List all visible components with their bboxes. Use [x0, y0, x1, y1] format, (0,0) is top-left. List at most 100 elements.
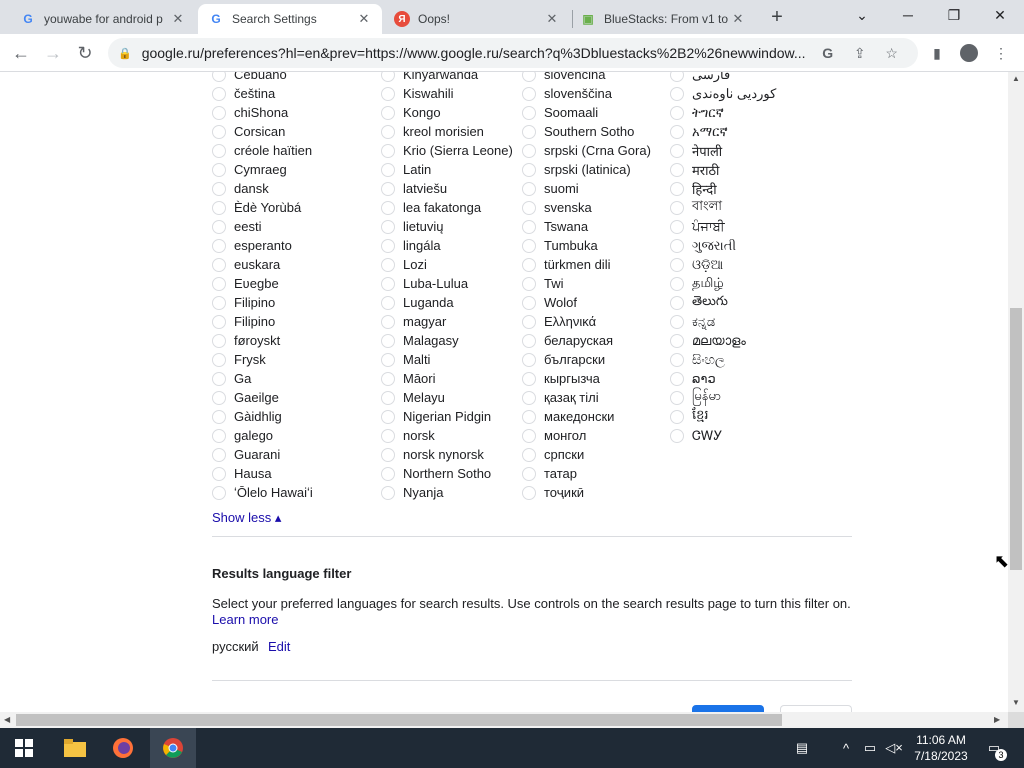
language-option[interactable]: esperanto [212, 236, 313, 255]
network-icon[interactable]: ▭ [860, 728, 880, 768]
radio-button[interactable] [212, 352, 226, 367]
radio-button[interactable] [670, 105, 684, 120]
tab-close-icon[interactable]: ✕ [730, 11, 746, 27]
radio-button[interactable] [670, 333, 684, 348]
language-option[interactable]: বাংলা [670, 198, 776, 217]
language-option[interactable]: Hausa [212, 464, 313, 483]
tab-youwabe[interactable]: G youwabe for android p ✕ [10, 4, 196, 34]
language-option[interactable]: ລາວ [670, 369, 776, 388]
radio-button[interactable] [522, 276, 536, 291]
language-option[interactable]: Māori [381, 369, 513, 388]
radio-button[interactable] [522, 466, 536, 481]
radio-button[interactable] [381, 86, 395, 101]
language-option[interactable]: தமிழ் [670, 274, 776, 293]
language-option[interactable]: Malti [381, 350, 513, 369]
learn-more-link[interactable]: Learn more [212, 612, 278, 627]
language-option[interactable]: සිංහල [670, 350, 776, 369]
menu-kebab-icon[interactable]: ⋮ [988, 40, 1014, 66]
radio-button[interactable] [670, 86, 684, 101]
radio-button[interactable] [381, 485, 395, 500]
radio-button[interactable] [522, 72, 536, 82]
radio-button[interactable] [522, 105, 536, 120]
firefox-icon[interactable] [100, 728, 146, 768]
radio-button[interactable] [381, 466, 395, 481]
scroll-left-arrow-icon[interactable]: ◀ [4, 715, 10, 724]
language-option[interactable]: Lozi [381, 255, 513, 274]
radio-button[interactable] [381, 257, 395, 272]
radio-button[interactable] [670, 181, 684, 196]
taskbar-clock[interactable]: 11:06 AM 7/18/2023 [908, 732, 974, 764]
tab-close-icon[interactable]: ✕ [356, 11, 372, 27]
tab-close-icon[interactable]: ✕ [170, 11, 186, 27]
radio-button[interactable] [212, 314, 226, 329]
language-option[interactable]: татар [522, 464, 651, 483]
radio-button[interactable] [522, 162, 536, 177]
language-option[interactable]: Filipino [212, 293, 313, 312]
radio-button[interactable] [522, 238, 536, 253]
language-option[interactable]: Cymraeg [212, 160, 313, 179]
language-option[interactable]: తెలుగు [670, 293, 776, 312]
radio-button[interactable] [212, 162, 226, 177]
language-option[interactable]: ਪੰਜਾਬੀ [670, 217, 776, 236]
language-option[interactable]: қазақ тілі [522, 388, 651, 407]
radio-button[interactable] [381, 181, 395, 196]
language-option[interactable]: ʻŌlelo Hawaiʻi [212, 483, 313, 502]
radio-button[interactable] [522, 124, 536, 139]
radio-button[interactable] [670, 409, 684, 424]
language-option[interactable]: eesti [212, 217, 313, 236]
tab-search-chevron-icon[interactable]: ⌄ [840, 4, 884, 26]
radio-button[interactable] [212, 428, 226, 443]
language-option[interactable]: Corsican [212, 122, 313, 141]
radio-button[interactable] [212, 72, 226, 82]
language-option[interactable]: lietuvių [381, 217, 513, 236]
radio-button[interactable] [670, 124, 684, 139]
radio-button[interactable] [522, 333, 536, 348]
language-option[interactable]: नेपाली [670, 141, 776, 160]
radio-button[interactable] [670, 371, 684, 386]
radio-button[interactable] [522, 219, 536, 234]
radio-button[interactable] [212, 295, 226, 310]
language-option[interactable]: ትግርኛ [670, 103, 776, 122]
scroll-up-arrow-icon[interactable]: ▲ [1012, 74, 1020, 83]
radio-button[interactable] [381, 333, 395, 348]
radio-button[interactable] [212, 447, 226, 462]
chrome-icon[interactable] [150, 728, 196, 768]
language-option[interactable]: føroyskt [212, 331, 313, 350]
language-option[interactable]: norsk nynorsk [381, 445, 513, 464]
language-option[interactable]: मराठी [670, 160, 776, 179]
radio-button[interactable] [381, 447, 395, 462]
language-option[interactable]: Luba-Lulua [381, 274, 513, 293]
vertical-scrollbar[interactable]: ▲ ▼ [1008, 72, 1024, 712]
language-option[interactable]: Frysk [212, 350, 313, 369]
radio-button[interactable] [381, 314, 395, 329]
radio-button[interactable] [381, 143, 395, 158]
profile-avatar-icon[interactable] [956, 40, 982, 66]
new-tab-plus-icon[interactable]: + [766, 6, 788, 28]
tab-search-settings[interactable]: G Search Settings ✕ [198, 4, 382, 34]
radio-button[interactable] [522, 314, 536, 329]
language-option[interactable]: ᏣᎳᎩ [670, 426, 776, 445]
language-option[interactable]: Krio (Sierra Leone) [381, 141, 513, 160]
language-option[interactable]: Nigerian Pidgin [381, 407, 513, 426]
scroll-down-arrow-icon[interactable]: ▼ [1012, 698, 1020, 707]
language-option[interactable]: српски [522, 445, 651, 464]
language-option[interactable]: Kongo [381, 103, 513, 122]
language-option[interactable]: slovenčina [522, 72, 651, 84]
language-option[interactable]: македонски [522, 407, 651, 426]
radio-button[interactable] [212, 238, 226, 253]
language-option[interactable]: čeština [212, 84, 313, 103]
language-option[interactable]: ಕನ್ನಡ [670, 312, 776, 331]
forward-icon[interactable]: → [40, 40, 66, 66]
radio-button[interactable] [212, 485, 226, 500]
radio-button[interactable] [212, 390, 226, 405]
radio-button[interactable] [381, 162, 395, 177]
language-option[interactable]: Northern Sotho [381, 464, 513, 483]
language-option[interactable]: Kiswahili [381, 84, 513, 103]
radio-button[interactable] [212, 257, 226, 272]
radio-button[interactable] [212, 276, 226, 291]
language-option[interactable]: Malagasy [381, 331, 513, 350]
radio-button[interactable] [522, 352, 536, 367]
language-option[interactable]: Twi [522, 274, 651, 293]
language-option[interactable]: Ga [212, 369, 313, 388]
language-option[interactable]: latviešu [381, 179, 513, 198]
